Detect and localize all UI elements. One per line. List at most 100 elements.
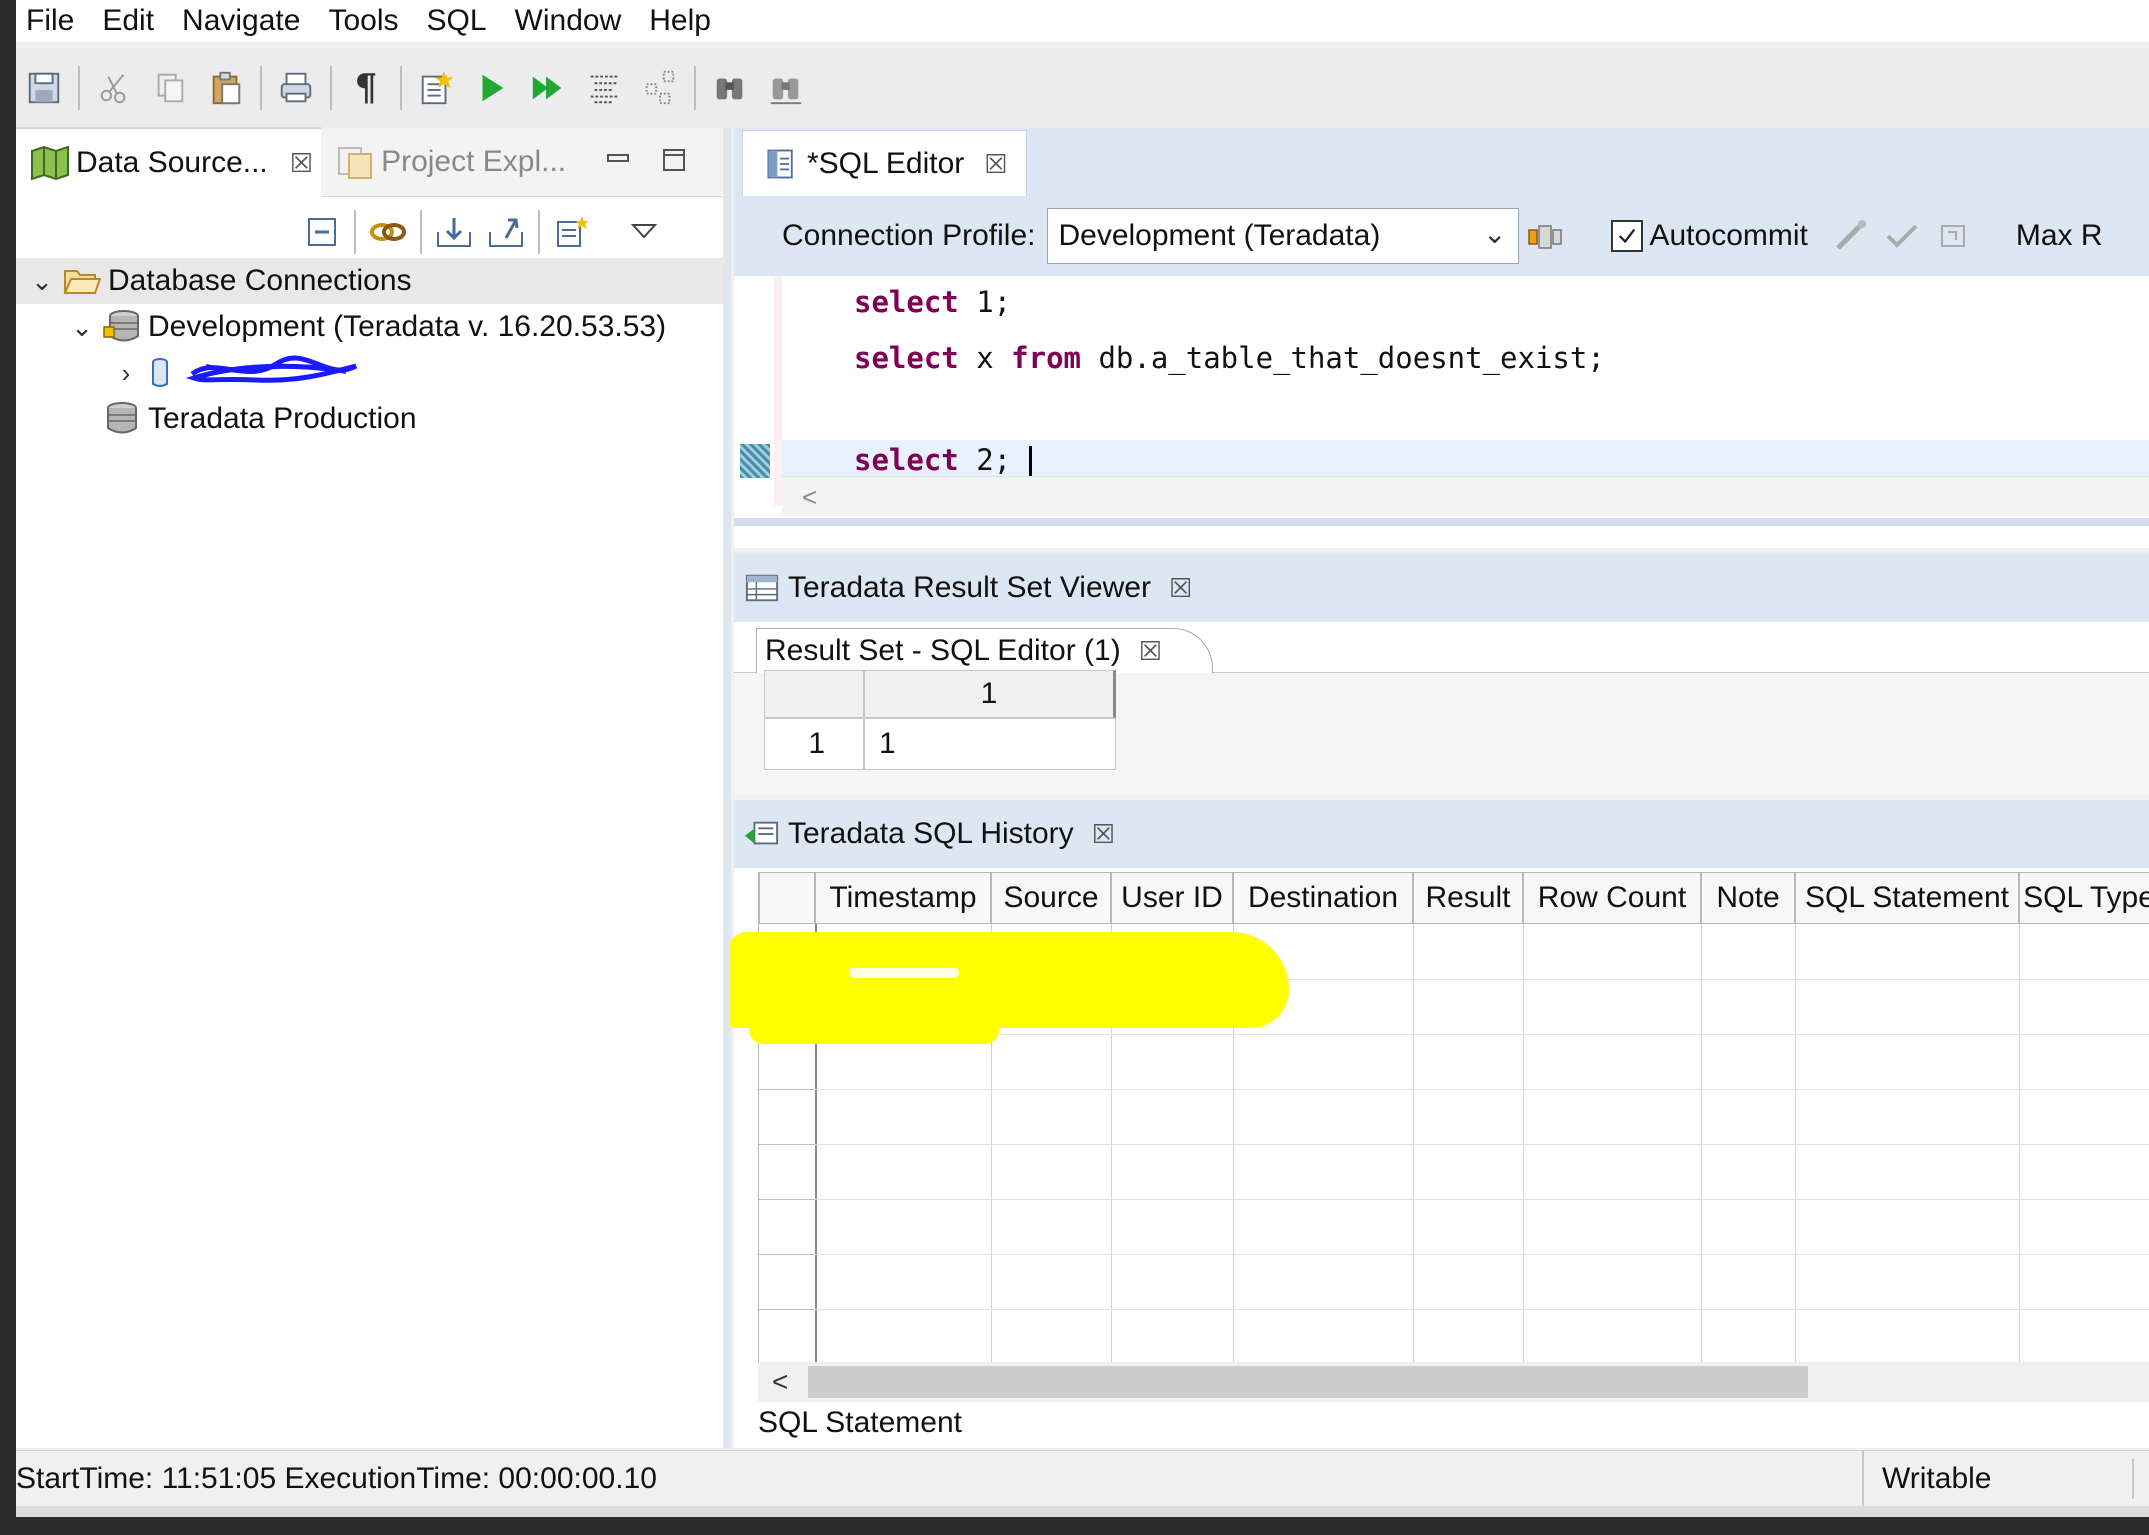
sql-code-area[interactable]: select 1; select x from db.a_table_that_… [734,276,2149,506]
close-icon[interactable]: ☒ [1139,636,1162,667]
tree-item-development[interactable]: ⌄ Development (Teradata v. 16.20.53.53) [16,304,723,350]
bookmark-marker-icon[interactable] [740,444,770,478]
tree-item-teradata-production[interactable]: Teradata Production [16,396,723,442]
status-writable-section: Writable [1862,1451,2112,1507]
tab-result-set-label: Result Set - SQL Editor (1) [765,634,1121,667]
toolbar-separator [330,66,332,110]
scroll-left-icon[interactable]: < [802,482,817,512]
column-header-destination[interactable]: Destination [1233,872,1413,924]
column-header-row-count[interactable]: Row Count [1523,872,1701,924]
menu-tools[interactable]: Tools [318,0,416,42]
grid-line [1523,924,1524,1362]
editor-horizontal-scrollbar[interactable]: < [782,476,2149,516]
folder-icon [62,263,102,299]
tab-project-explorer[interactable]: Project Expl... [321,128,574,196]
result-set-viewer-header: Teradata Result Set Viewer ☒ [734,552,2149,622]
find-icon[interactable] [708,66,752,110]
row-separator [759,1309,815,1310]
link-icon[interactable] [368,214,408,250]
cut-icon[interactable] [92,66,136,110]
row-separator [759,1199,815,1200]
toolbar-separator [260,66,262,110]
view-menu-icon[interactable] [624,214,664,250]
autocommit-toggle[interactable]: Autocommit [1611,219,1808,253]
tab-result-set[interactable]: Result Set - SQL Editor (1) ☒ [756,628,1213,673]
database-icon [102,401,142,437]
column-header-sql-type[interactable]: SQL Type [2019,872,2149,924]
menu-file[interactable]: File [16,0,92,42]
column-header-sql-statement[interactable]: SQL Statement [1795,872,2019,924]
minimize-icon[interactable] [603,145,633,180]
pilcrow-icon[interactable]: ¶ [344,66,388,110]
chevron-right-icon[interactable]: › [112,358,140,389]
menu-navigate[interactable]: Navigate [172,0,318,42]
chevron-down-icon[interactable]: ⌄ [68,312,96,343]
chevron-down-icon: ⌄ [1483,218,1507,249]
explain-icon[interactable] [582,66,626,110]
close-icon[interactable]: ☒ [1092,819,1115,850]
connection-profile-select[interactable]: Development (Teradata) ⌄ [1047,208,1520,264]
rollback-icon[interactable] [1934,218,1974,254]
tree-item-database-connections[interactable]: ⌄ Database Connections [16,258,723,304]
close-icon[interactable]: ☒ [984,149,1007,180]
tree-item-redacted-schema[interactable]: › [16,350,723,396]
print-icon[interactable] [274,66,318,110]
new-sql-icon[interactable] [414,66,458,110]
sql-text: 1; [958,285,1012,319]
run-all-icon[interactable] [526,66,570,110]
copy-icon[interactable] [148,66,192,110]
sql-history-header: Teradata SQL History ☒ [734,800,2149,868]
column-header-timestamp[interactable]: Timestamp [815,872,991,924]
maximize-icon[interactable] [659,145,689,180]
left-panel-tabs: Data Source... ☒ Project Expl... [16,127,723,197]
autocommit-checkbox[interactable] [1611,220,1644,252]
window-bottom-edge [16,1506,2149,1517]
commit-icon[interactable] [1882,218,1922,254]
column-header-result[interactable]: Result [1413,872,1523,924]
connection-profile-label: Connection Profile: [782,219,1036,252]
save-icon[interactable] [22,66,66,110]
table-icon [742,570,782,606]
menu-window[interactable]: Window [505,0,640,42]
menu-sql[interactable]: SQL [417,0,505,42]
redaction-highlight [749,1004,999,1044]
paste-icon[interactable] [204,66,248,110]
run-icon[interactable] [470,66,514,110]
new-profile-icon[interactable] [552,214,592,250]
export-icon[interactable] [486,214,526,250]
tab-sql-editor[interactable]: *SQL Editor ☒ [742,130,1027,197]
column-header-note[interactable]: Note [1701,872,1795,924]
menu-edit[interactable]: Edit [92,0,172,42]
replace-icon[interactable] [764,66,808,110]
close-icon[interactable]: ☒ [290,148,313,179]
history-horizontal-scrollbar[interactable]: < [758,1362,2149,1402]
sql-keyword: select [854,443,959,477]
collapse-all-icon[interactable] [302,214,342,250]
row-number[interactable]: 1 [764,718,864,770]
row-separator [759,1089,815,1090]
chevron-down-icon[interactable]: ⌄ [28,266,56,297]
scroll-left-icon[interactable]: < [772,1362,788,1402]
menu-help[interactable]: Help [639,0,729,42]
status-bar: StartTime: 11:51:05 ExecutionTime: 00:00… [16,1450,2149,1507]
import-icon[interactable] [434,214,474,250]
grid-line [1701,924,1702,1362]
disconnect-icon[interactable] [1830,218,1870,254]
close-icon[interactable]: ☒ [1169,573,1192,604]
column-header-source[interactable]: Source [991,872,1111,924]
grid-line [1413,924,1414,1362]
visual-explain-icon[interactable] [638,66,682,110]
table-cell[interactable]: 1 [864,718,1116,770]
scrollbar-thumb[interactable] [808,1366,1808,1398]
row-separator [815,1089,2149,1090]
sql-keyword: from [1011,341,1081,375]
connect-icon[interactable] [1525,218,1565,254]
row-header-corner [759,872,815,924]
column-header[interactable]: 1 [864,670,1116,718]
redaction-scribble [186,355,358,383]
row-separator [759,1254,815,1255]
tab-data-source[interactable]: Data Source... ☒ [16,127,322,197]
column-header-user-id[interactable]: User ID [1111,872,1233,924]
tab-data-source-label: Data Source... [76,146,268,179]
connection-profile-value: Development (Teradata) [1058,219,1381,252]
